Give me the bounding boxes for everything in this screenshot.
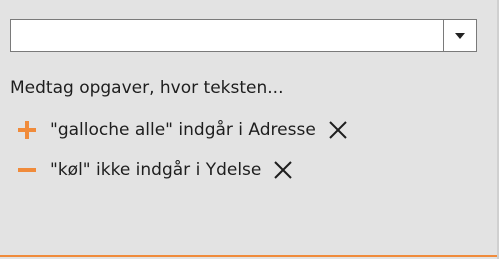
dropdown-toggle-button[interactable] bbox=[443, 20, 476, 51]
filter-text: "køl" ikke indgår i Ydelse bbox=[50, 160, 262, 180]
close-icon bbox=[329, 121, 347, 139]
minus-icon bbox=[18, 161, 36, 179]
close-icon bbox=[274, 161, 293, 179]
plus-icon bbox=[18, 121, 36, 139]
filter-hint-label: Medtag opgaver, hvor teksten... bbox=[10, 78, 284, 98]
filter-item: "galloche alle" indgår i Adresse bbox=[18, 118, 350, 142]
remove-filter-button[interactable] bbox=[326, 118, 350, 142]
field-dropdown[interactable] bbox=[10, 19, 477, 52]
panel-divider bbox=[497, 0, 499, 259]
filter-item: "køl" ikke indgår i Ydelse bbox=[18, 158, 295, 182]
panel-bottom-accent bbox=[0, 255, 497, 257]
filter-text: "galloche alle" indgår i Adresse bbox=[50, 120, 316, 140]
dropdown-value[interactable] bbox=[11, 20, 443, 51]
chevron-down-icon bbox=[455, 32, 465, 39]
remove-filter-button[interactable] bbox=[271, 158, 295, 182]
